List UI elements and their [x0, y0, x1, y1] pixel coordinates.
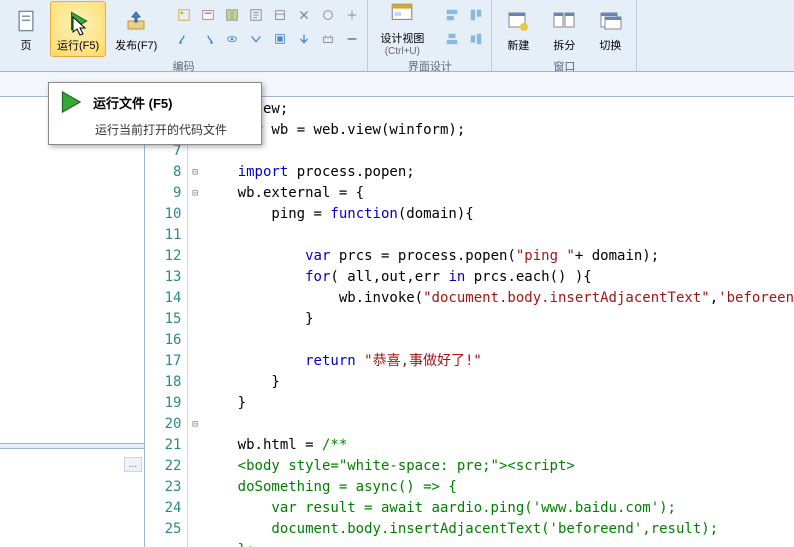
line-number: 13 — [145, 267, 181, 288]
tool-btn-11[interactable] — [221, 28, 243, 50]
tool-btn-7[interactable] — [317, 4, 339, 26]
run-label: 运行(F5) — [57, 37, 99, 53]
page-label: 页 — [21, 37, 32, 53]
tool-btn-6[interactable] — [293, 4, 315, 26]
split-icon — [549, 6, 579, 36]
line-number: 20 — [145, 414, 181, 435]
align-btn-3[interactable] — [441, 28, 463, 50]
tool-btn-2[interactable] — [197, 4, 219, 26]
tool-btn-10[interactable] — [197, 28, 219, 50]
ribbon-group-coding: 页 运行(F5) 发布(F7) — [0, 0, 368, 71]
tool-btn-12[interactable] — [245, 28, 267, 50]
panel-splitter[interactable] — [0, 443, 144, 449]
ribbon-group-window: 新建 拆分 切换 窗口 — [492, 0, 637, 71]
line-number: 19 — [145, 393, 181, 414]
split-label: 拆分 — [553, 37, 575, 53]
tool-btn-1[interactable] — [173, 4, 195, 26]
tool-btn-14[interactable] — [293, 28, 315, 50]
line-number: 14 — [145, 288, 181, 309]
design-view-shortcut: (Ctrl+U) — [385, 46, 420, 57]
line-number: 17 — [145, 351, 181, 372]
tool-btn-4[interactable] — [245, 4, 267, 26]
new-window-icon — [503, 6, 533, 36]
code-content[interactable]: web.view; var wb = web.view(winform); im… — [202, 97, 794, 547]
align-btn-1[interactable] — [441, 4, 463, 26]
tool-btn-9[interactable] — [173, 28, 195, 50]
line-number: 22 — [145, 456, 181, 477]
design-small-buttons — [441, 1, 487, 50]
line-number: 21 — [145, 435, 181, 456]
line-number: 15 — [145, 309, 181, 330]
tooltip-title: 运行文件 (F5) — [93, 93, 172, 112]
align-btn-4[interactable] — [465, 28, 487, 50]
tool-btn-5[interactable] — [269, 4, 291, 26]
line-number: 12 — [145, 246, 181, 267]
line-number: 23 — [145, 477, 181, 498]
publish-label: 发布(F7) — [115, 37, 157, 53]
design-view-label: 设计视图 — [380, 30, 424, 46]
align-btn-2[interactable] — [465, 4, 487, 26]
toolbar-small-buttons — [173, 1, 363, 50]
left-bottom-panel: ... — [0, 455, 144, 547]
panel-tab[interactable]: ... — [124, 457, 142, 472]
design-view-button[interactable]: 设计视图 (Ctrl+U) — [372, 1, 432, 57]
publish-icon — [121, 6, 151, 36]
line-number: 16 — [145, 330, 181, 351]
tool-btn-8[interactable] — [341, 4, 363, 26]
line-number: 8 — [145, 162, 181, 183]
publish-button[interactable]: 发布(F7) — [108, 1, 164, 57]
play-icon — [55, 87, 85, 117]
switch-button[interactable]: 切换 — [588, 1, 632, 57]
line-number: 18 — [145, 372, 181, 393]
tool-btn-3[interactable] — [221, 4, 243, 26]
tooltip-body: 运行当前打开的代码文件 — [49, 121, 261, 144]
tool-btn-15[interactable] — [317, 28, 339, 50]
line-number: 24 — [145, 498, 181, 519]
main-area: ... 5 6 7 8 9 10 11 12 13 14 15 16 17 18… — [0, 97, 794, 547]
code-editor[interactable]: 5 6 7 8 9 10 11 12 13 14 15 16 17 18 19 … — [145, 97, 794, 547]
line-gutter: 5 6 7 8 9 10 11 12 13 14 15 16 17 18 19 … — [145, 97, 188, 547]
fold-gutter: ⊟⊟⊟ — [188, 97, 202, 547]
run-tooltip: 运行文件 (F5) 运行当前打开的代码文件 — [48, 82, 262, 145]
design-view-icon — [389, 1, 415, 30]
left-panel: ... — [0, 97, 145, 547]
new-label: 新建 — [507, 37, 529, 53]
line-number: 9 — [145, 183, 181, 204]
ribbon-group-design: 设计视图 (Ctrl+U) 界面设计 — [368, 0, 492, 71]
split-button[interactable]: 拆分 — [542, 1, 586, 57]
switch-icon — [595, 6, 625, 36]
tool-btn-16[interactable] — [341, 28, 363, 50]
page-icon — [11, 6, 41, 36]
tool-btn-13[interactable] — [269, 28, 291, 50]
run-button[interactable]: 运行(F5) — [50, 1, 106, 57]
line-number: 10 — [145, 204, 181, 225]
ribbon-toolbar: 页 运行(F5) 发布(F7) — [0, 0, 794, 72]
line-number: 11 — [145, 225, 181, 246]
switch-label: 切换 — [599, 37, 621, 53]
line-number: 25 — [145, 519, 181, 540]
play-icon — [63, 6, 93, 36]
page-button[interactable]: 页 — [4, 1, 48, 57]
new-button[interactable]: 新建 — [496, 1, 540, 57]
